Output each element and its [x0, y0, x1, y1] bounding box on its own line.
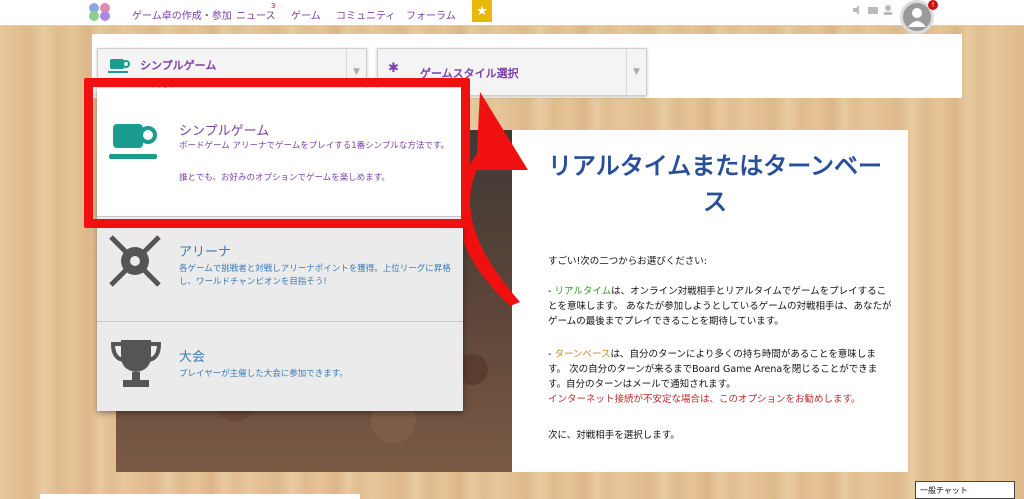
top-nav-bar: ゲーム卓の作成・参加 ニュース 3 ゲーム コミュニティ フォーラム ★ ! [0, 0, 1024, 34]
chevron-down-icon[interactable]: ▼ [626, 49, 646, 95]
info-turnbased: - ターンベースは、自分のターンにより多くの持ち時間があることを意味します。 次… [548, 349, 878, 405]
users-icon[interactable] [882, 4, 894, 16]
bottom-strip [40, 494, 360, 499]
info-next: 次に、対戦相手を選択します。 [548, 430, 680, 441]
turnbased-label: ターンベース [554, 349, 611, 360]
option-title: アリーナ [179, 245, 232, 260]
news-count-badge: 3 [271, 2, 276, 10]
info-realtime: - リアルタイムは、オンライン対戦相手とリアルタイムでゲームをプレイすることを意… [548, 286, 892, 327]
option-tournament[interactable]: 大会 プレイヤーが主催した大会に参加できます。 [97, 322, 463, 411]
top-icons [852, 4, 894, 16]
mode-select-title: シンプルゲーム [140, 59, 217, 72]
nav-games[interactable]: ゲーム [291, 7, 321, 22]
nav-forum[interactable]: フォーラム [406, 7, 456, 22]
highlight-frame [84, 78, 470, 228]
info-title: リアルタイムまたはターンベース [547, 152, 883, 216]
info-panel: リアルタイムまたはターンベース すごい!次の二つからお選びください: - リアル… [512, 130, 908, 472]
nav-community[interactable]: コミュニティ [336, 7, 395, 22]
style-select-icon: ✱ [388, 61, 399, 76]
realtime-label: リアルタイム [554, 286, 612, 297]
crossed-swords-icon [109, 235, 161, 287]
turnbased-warning: インターネット接続が不安定な場合は、このオプションをお勧めします。 [548, 394, 861, 405]
avatar-alert-badge: ! [928, 0, 938, 10]
teacup-icon [108, 59, 130, 73]
site-logo-icon[interactable] [88, 2, 112, 22]
option-desc: 各ゲームで挑戦者と対戦しアリーナポイントを獲得。上位リーグに昇格し、ワールドチャ… [179, 264, 451, 287]
star-icon[interactable]: ★ [472, 0, 492, 22]
option-title: 大会 [179, 350, 206, 365]
chat-tab[interactable]: 一般チャット [915, 481, 1015, 499]
nav-news[interactable]: ニュース [236, 7, 276, 22]
sound-icon[interactable] [852, 4, 864, 16]
trophy-icon [110, 340, 162, 387]
mail-icon[interactable] [867, 4, 879, 16]
option-desc: プレイヤーが主催した大会に参加できます。 [179, 369, 348, 379]
option-arena[interactable]: アリーナ 各ゲームで挑戦者と対戦しアリーナポイントを獲得。上位リーグに昇格し、ワ… [97, 217, 463, 321]
nav-play[interactable]: ゲーム卓の作成・参加 [132, 7, 232, 22]
info-intro: すごい!次の二つからお選びください: [548, 256, 708, 267]
